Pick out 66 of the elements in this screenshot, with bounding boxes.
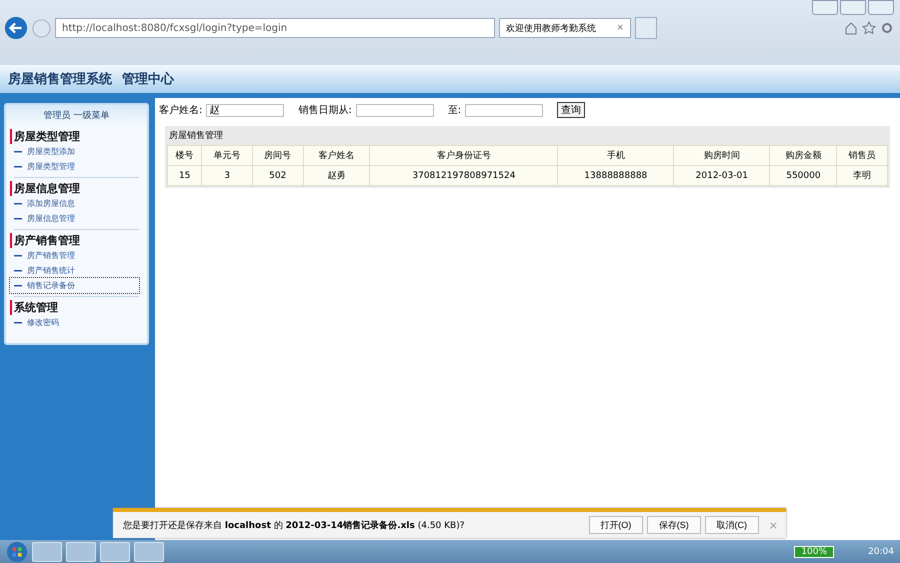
- forward-icon[interactable]: [32, 18, 51, 38]
- dash-icon: [14, 166, 22, 168]
- table-cell: 李明: [836, 166, 888, 186]
- download-message: 您是要打开还是保存来自 localhost 的 2012-03-14销售记录备份.xls (4.50 KB)?: [123, 520, 464, 532]
- start-icon[interactable]: [6, 540, 28, 562]
- field-label: 销售日期从:: [298, 104, 352, 117]
- table-cell: 2012-03-01: [674, 166, 770, 186]
- column-header: 单元号: [202, 146, 252, 166]
- dash-icon: [14, 322, 22, 324]
- star-icon[interactable]: [862, 21, 876, 35]
- column-header: 客户身份证号: [370, 146, 558, 166]
- table-cell: 15: [168, 166, 202, 186]
- menu-item[interactable]: 房产销售统计: [10, 263, 139, 278]
- back-icon[interactable]: [4, 16, 28, 40]
- dash-icon: [14, 218, 22, 220]
- menu-item[interactable]: 房产销售管理: [10, 248, 139, 263]
- table-cell: 3: [202, 166, 252, 186]
- browser-tab[interactable]: 欢迎使用教师考勤系统 ×: [499, 18, 631, 38]
- table-cell: 13888888888: [558, 166, 674, 186]
- download-button[interactable]: 取消(C): [704, 516, 759, 534]
- dash-icon: [14, 150, 22, 153]
- menu-item[interactable]: 房屋类型添加: [10, 144, 139, 159]
- new-tab-button[interactable]: [635, 17, 657, 39]
- search-button[interactable]: 查询: [557, 102, 586, 118]
- menu-item[interactable]: 销售记录备份: [10, 278, 139, 293]
- download-button[interactable]: 打开(O): [588, 516, 643, 534]
- field-label: 至:: [448, 104, 462, 117]
- menu-group[interactable]: 房产销售管理: [10, 233, 139, 248]
- table-cell: 370812197808971524: [370, 166, 558, 186]
- address-bar[interactable]: http://localhost:8080/fcxsgl/login?type=login: [55, 18, 495, 38]
- close-button[interactable]: [868, 0, 894, 15]
- download-button[interactable]: 保存(S): [646, 516, 701, 534]
- date-from-field[interactable]: [356, 104, 434, 116]
- minimize-button[interactable]: [812, 0, 838, 15]
- table-title: 房屋销售管理: [168, 130, 224, 143]
- app-title: 房屋销售管理系统: [8, 70, 112, 88]
- table-cell: 赵勇: [303, 166, 370, 186]
- app-subtitle: 管理中心: [122, 70, 174, 88]
- menu-item[interactable]: 房屋信息管理: [10, 211, 139, 226]
- column-header: 购房金额: [770, 146, 837, 166]
- column-header: 购房时间: [674, 146, 770, 166]
- menu-group[interactable]: 房屋类型管理: [10, 129, 139, 144]
- home-icon[interactable]: [844, 21, 858, 35]
- column-header: 房间号: [252, 146, 304, 166]
- menu-group[interactable]: 房屋信息管理: [10, 181, 139, 196]
- battery-indicator: 100%: [794, 546, 834, 558]
- column-header: 手机: [558, 146, 674, 166]
- column-header: 楼号: [168, 146, 202, 166]
- table-cell: 502: [252, 166, 304, 186]
- menu-item[interactable]: 添加房屋信息: [10, 196, 139, 211]
- date-to-field[interactable]: [465, 104, 544, 116]
- dash-icon: [14, 270, 22, 272]
- dash-icon: [14, 284, 22, 287]
- menu-title: 管理员 一级菜单: [6, 105, 147, 126]
- column-header: 客户姓名: [303, 146, 370, 166]
- dash-icon: [14, 202, 22, 205]
- table-cell: 550000: [770, 166, 837, 186]
- name-field[interactable]: 赵: [206, 104, 284, 116]
- field-label: 客户姓名:: [159, 104, 202, 117]
- dash-icon: [14, 254, 22, 257]
- clock: 20:04: [868, 546, 894, 556]
- restore-button[interactable]: [840, 0, 866, 15]
- menu-group[interactable]: 系统管理: [10, 300, 139, 315]
- menu-item[interactable]: 修改密码: [10, 315, 139, 330]
- column-header: 销售员: [836, 146, 888, 166]
- menu-item[interactable]: 房屋类型管理: [10, 159, 139, 174]
